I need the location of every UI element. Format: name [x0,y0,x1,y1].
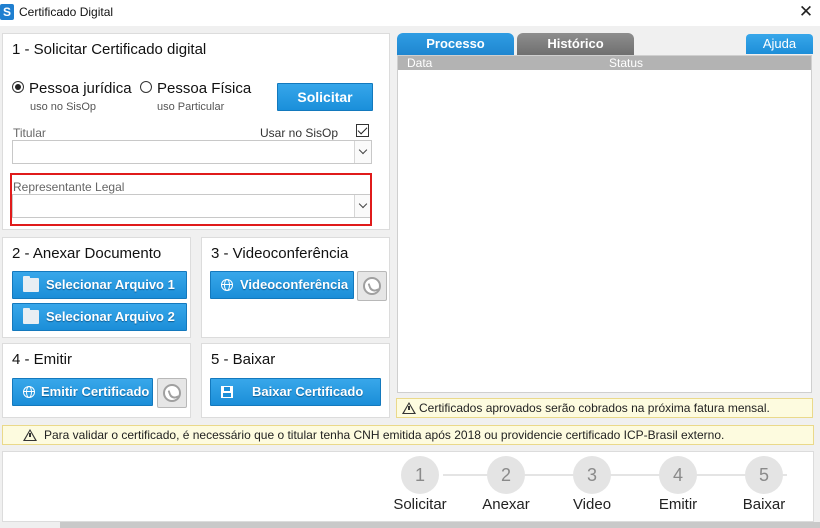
selecionar-arquivo-2-button[interactable]: Selecionar Arquivo 2 [12,303,187,331]
globe-icon [23,386,35,398]
videoconferencia-title: 3 - Videoconferência [211,245,349,262]
step-anexar: 2 Anexar [467,452,547,523]
steps-bar: 1 Solicitar 2 Anexar 3 Video 4 Emitir 5 … [2,451,814,522]
column-status[interactable]: Status [609,56,643,70]
pessoa-fisica-label[interactable]: Pessoa Física [157,80,251,97]
taskbar-strip [0,522,820,528]
baixar-panel: 5 - Baixar Baixar Certificado [201,343,390,418]
solicitar-title: 1 - Solicitar Certificado digital [12,41,207,58]
step-number: 5 [745,456,783,494]
pessoa-juridica-label[interactable]: Pessoa jurídica [29,80,132,97]
warning-icon [23,429,37,441]
step-label: Video [572,496,612,513]
whatsapp-button[interactable] [357,271,387,301]
anexar-title: 2 - Anexar Documento [12,245,162,262]
step-number: 1 [401,456,439,494]
whatsapp-icon [163,384,181,402]
whatsapp-icon [363,277,381,295]
folder-icon [23,276,39,292]
usar-sisop-label: Usar no SisOp [260,126,339,140]
selecionar-arquivo-2-label: Selecionar Arquivo 2 [46,309,175,324]
globe-icon [221,279,233,291]
step-baixar: 5 Baixar [725,452,805,523]
titular-select[interactable] [12,140,372,164]
step-solicitar: 1 Solicitar [381,452,461,523]
cnh-warning-text: Para validar o certificado, é necessário… [44,428,725,442]
usar-sisop-checkbox[interactable] [356,124,369,137]
whatsapp-button[interactable] [157,378,187,408]
cobranca-warning: Certificados aprovados serão cobrados na… [396,398,813,418]
step-number: 2 [487,456,525,494]
app-logo-icon: S [0,4,14,20]
folder-icon [23,308,39,324]
pessoa-fisica-sub: uso Particular [157,101,225,113]
pessoa-juridica-sub: uso no SisOp [30,101,97,113]
solicitar-panel: 1 - Solicitar Certificado digital Pessoa… [2,33,390,230]
solicitar-button[interactable]: Solicitar [277,83,373,111]
cobranca-warning-text: Certificados aprovados serão cobrados na… [419,401,770,415]
step-label: Emitir [658,496,698,513]
anexar-panel: 2 - Anexar Documento Selecionar Arquivo … [2,237,191,338]
selecionar-arquivo-1-button[interactable]: Selecionar Arquivo 1 [12,271,187,299]
titular-label: Titular [13,126,46,140]
step-label: Solicitar [393,496,447,513]
chevron-down-icon[interactable] [354,141,371,163]
window-title: Certificado Digital [19,5,114,19]
grid-header: Data Status [398,56,811,70]
save-disk-icon [221,386,233,398]
baixar-title: 5 - Baixar [211,351,276,368]
emitir-panel: 4 - Emitir Emitir Certificado [2,343,191,418]
column-data[interactable]: Data [407,56,432,70]
selecionar-arquivo-1-label: Selecionar Arquivo 1 [46,277,175,292]
tab-processo[interactable]: Processo [397,33,514,55]
ajuda-button[interactable]: Ajuda [746,34,813,54]
step-video: 3 Video [553,452,633,523]
step-label: Anexar [482,496,530,513]
title-bar: S Certificado Digital ✕ [0,0,820,26]
step-number: 4 [659,456,697,494]
warning-icon [402,402,416,414]
step-number: 3 [573,456,611,494]
baixar-certificado-button[interactable]: Baixar Certificado [210,378,381,406]
videoconferencia-button[interactable]: Videoconferência [210,271,354,299]
emitir-certificado-button[interactable]: Emitir Certificado [12,378,153,406]
cnh-warning: Para validar o certificado, é necessário… [2,425,814,445]
representante-highlight [10,173,372,226]
pessoa-fisica-radio[interactable] [140,81,152,93]
pessoa-juridica-radio[interactable] [12,81,24,93]
processo-grid[interactable]: Data Status [397,55,812,393]
videoconferencia-panel: 3 - Videoconferência Videoconferência [201,237,390,338]
emitir-certificado-label: Emitir Certificado [41,384,150,399]
tab-historico[interactable]: Histórico [517,33,634,55]
step-emitir: 4 Emitir [639,452,719,523]
close-button[interactable]: ✕ [798,2,814,22]
baixar-certificado-label: Baixar Certificado [252,384,364,399]
step-label: Baixar [742,496,786,513]
emitir-title: 4 - Emitir [12,351,72,368]
videoconferencia-label: Videoconferência [240,277,349,292]
